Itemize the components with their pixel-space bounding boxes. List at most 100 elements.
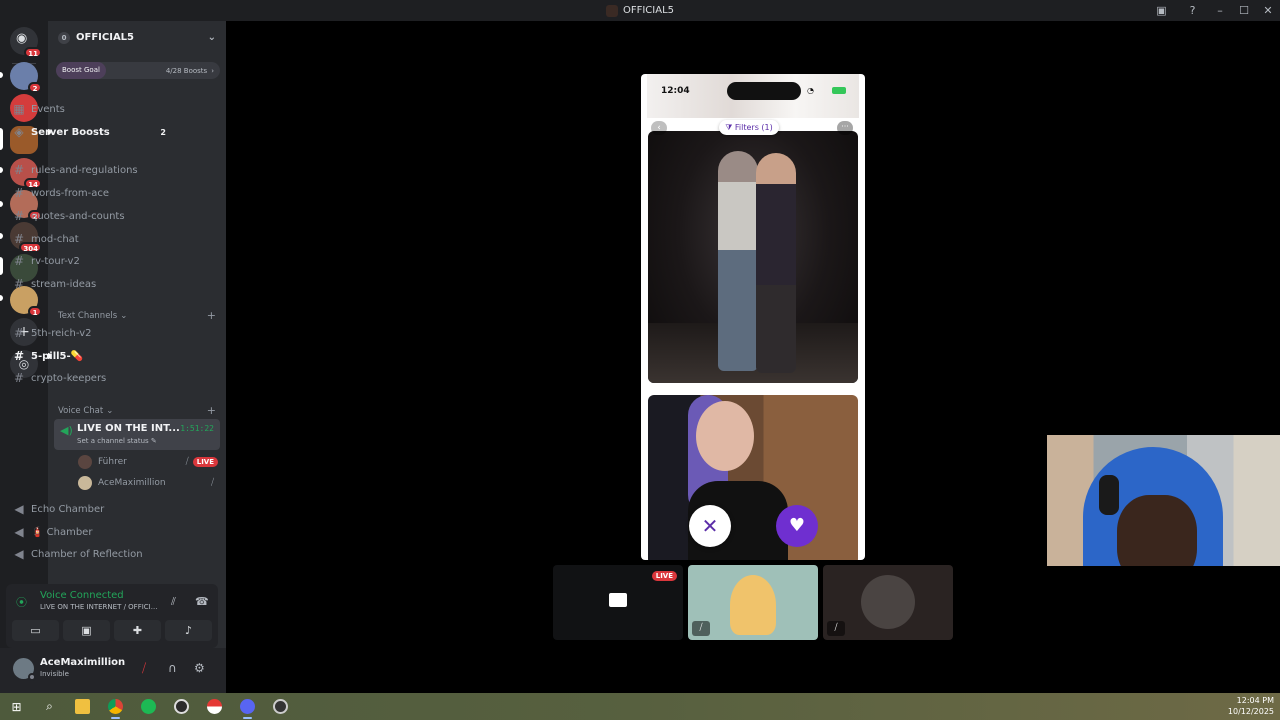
boost-goal-count: 4/28 Boosts xyxy=(165,66,208,75)
noise-suppression-icon[interactable]: ⫽ xyxy=(171,595,176,609)
more-icon[interactable]: ··· xyxy=(837,121,853,135)
screen-share-icon xyxy=(609,593,627,607)
user-status: Invisible xyxy=(40,670,69,678)
gamepad-icon: ✚ xyxy=(132,624,143,637)
speaker-icon: ◀ xyxy=(14,525,24,539)
back-icon[interactable]: ‹ xyxy=(651,121,667,135)
obs-icon xyxy=(174,699,189,714)
disconnect-icon[interactable]: ☎ xyxy=(195,595,209,608)
close-button[interactable]: ✕ xyxy=(1256,4,1280,17)
avatar xyxy=(861,575,915,629)
home-badge: 11 xyxy=(24,47,42,58)
hash-icon: # xyxy=(13,326,25,340)
search-button[interactable]: ⌕ xyxy=(33,693,66,720)
activity-button[interactable]: ✚ xyxy=(114,620,161,641)
voice-connected-subtitle: LIVE ON THE INTERNET / OFFICI... xyxy=(40,603,158,611)
user-name[interactable]: AceMaximillion xyxy=(40,657,125,668)
sidebar-item-server-boosts[interactable]: ◈ Server Boosts 2 xyxy=(8,122,172,142)
category-voice-chat[interactable]: Voice Chat ⌄ + xyxy=(58,404,216,417)
channel-item[interactable]: # mod-chat xyxy=(8,229,172,249)
voice-channel-item[interactable]: ◀ Chamber of Reflection xyxy=(8,544,172,564)
heart-icon: ♥ xyxy=(788,515,806,536)
screen-share-button[interactable]: ▣ xyxy=(63,620,110,641)
inbox-icon[interactable]: ▣ xyxy=(1155,4,1168,17)
channel-item[interactable]: # words-from-ace xyxy=(8,183,172,203)
search-icon: ⌕ xyxy=(46,699,53,713)
channel-item-unread[interactable]: #5-pill5-💊 xyxy=(8,346,172,366)
start-button[interactable]: ⊞ xyxy=(0,693,33,720)
wifi-icon: ◔ xyxy=(807,86,814,95)
chevron-down-icon: ⌄ xyxy=(120,310,128,321)
soundboard-button[interactable]: ♪ xyxy=(165,620,212,641)
voice-channel-item[interactable]: ◀ Echo Chamber xyxy=(8,499,172,519)
dynamic-island xyxy=(727,82,801,100)
voice-user[interactable]: AceMaximillion ⧸ xyxy=(78,474,218,492)
channel-status[interactable]: Set a channel status ✎ xyxy=(77,437,157,445)
status-indicator xyxy=(28,673,36,681)
voice-channel-item[interactable]: ◀ 🧯 Chamber xyxy=(8,522,172,542)
dislike-button[interactable]: ✕ xyxy=(689,505,731,547)
boost-goal-label: Boost Goal xyxy=(56,62,106,79)
channel-item[interactable]: # stream-ideas xyxy=(8,274,172,294)
voice-connected-title[interactable]: Voice Connected xyxy=(40,590,124,601)
channel-item[interactable]: #5th-reich-v2 xyxy=(8,323,172,343)
discord-button[interactable] xyxy=(231,693,264,720)
pokeball-icon xyxy=(207,699,222,714)
profile-photo xyxy=(648,131,858,383)
help-icon[interactable]: ? xyxy=(1186,4,1199,17)
shared-phone-screen[interactable]: 12:04 ◔ ‹ ⧩ Filters (1) ··· ✕ ♥ xyxy=(641,74,865,560)
add-channel-icon[interactable]: + xyxy=(207,309,216,322)
person-figure xyxy=(696,401,754,471)
soundboard-icon: ♪ xyxy=(184,624,193,637)
unread-pill xyxy=(0,167,3,173)
like-button[interactable]: ♥ xyxy=(776,505,818,547)
unread-pill xyxy=(0,233,3,239)
pokeball-app-button[interactable] xyxy=(198,693,231,720)
webcam-feed[interactable] xyxy=(1047,435,1280,566)
signal-icon[interactable]: ⦿ xyxy=(16,594,27,610)
stream-tile[interactable]: LIVE xyxy=(553,565,683,640)
home-button[interactable]: ◉ 11 xyxy=(10,27,42,58)
channel-item[interactable]: # rv-tour-v2 xyxy=(8,251,172,271)
mic-muted-icon[interactable]: ⧸ xyxy=(142,661,146,676)
spotify-button[interactable] xyxy=(132,693,165,720)
hash-icon: # xyxy=(13,186,25,200)
avatar xyxy=(78,476,92,490)
server-header[interactable]: 0 OFFICIAL5 ⌄ xyxy=(48,21,226,54)
channel-item[interactable]: # crypto-keepers xyxy=(8,368,172,388)
file-explorer-button[interactable] xyxy=(66,693,99,720)
chevron-down-icon: ⌄ xyxy=(207,32,216,43)
speaker-icon: ◀ xyxy=(14,502,24,516)
voice-user[interactable]: Führer ⧸ LIVE xyxy=(78,453,218,471)
channel-item[interactable]: # quotes-and-counts xyxy=(8,206,172,226)
recorder-button[interactable] xyxy=(264,693,297,720)
filters-button[interactable]: ⧩ Filters (1) xyxy=(719,120,779,135)
boost-goal-bar[interactable]: Boost Goal 4/28 Boosts › xyxy=(56,62,220,79)
unread-pill xyxy=(0,295,3,301)
mic-muted-icon: ⧸ xyxy=(185,457,189,467)
spotify-icon xyxy=(141,699,156,714)
participant-tile[interactable]: ⧸ xyxy=(823,565,953,640)
minimize-button[interactable]: – xyxy=(1208,4,1232,17)
add-channel-icon[interactable]: + xyxy=(207,404,216,417)
person-figure xyxy=(756,153,796,373)
live-badge: LIVE xyxy=(192,457,218,467)
obs-button[interactable] xyxy=(165,693,198,720)
participant-tile[interactable]: ⧸ xyxy=(688,565,818,640)
headphones-icon[interactable]: ∩ xyxy=(168,661,177,675)
channel-item[interactable]: # rules-and-regulations xyxy=(8,160,172,180)
category-text-channels[interactable]: Text Channels ⌄ + xyxy=(58,309,216,322)
system-clock[interactable]: 12:04 PM 10/12/2025 xyxy=(1228,695,1274,717)
mic-muted-icon: ⧸ xyxy=(210,478,214,488)
discord-icon: ◉ xyxy=(16,31,28,46)
sidebar-item-events[interactable]: ▦ Events xyxy=(8,99,172,119)
gear-icon[interactable]: ⚙ xyxy=(194,661,205,675)
active-voice-channel[interactable]: ◀) LIVE ON THE INT... Set a channel stat… xyxy=(54,419,220,450)
camera-button[interactable]: ▭ xyxy=(12,620,59,641)
discord-icon xyxy=(240,699,255,714)
server-icon[interactable]: 2 xyxy=(10,62,42,93)
person-figure xyxy=(718,151,758,371)
mic-muted-icon: ⧸ xyxy=(827,621,845,636)
maximize-button[interactable]: ☐ xyxy=(1232,4,1256,17)
chrome-button[interactable] xyxy=(99,693,132,720)
